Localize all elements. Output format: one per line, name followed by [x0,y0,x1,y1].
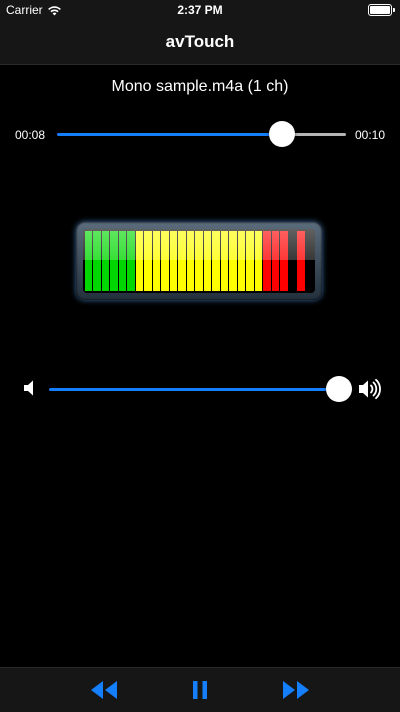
current-time-label: 00:08 [15,128,46,142]
level-meter-segment [144,231,152,291]
volume-track-filled [49,388,339,391]
level-meter-segment [305,231,314,291]
level-meter-segments [85,231,314,291]
level-meter-segment [220,231,229,291]
level-meter-segment [135,231,144,291]
level-meter-segment [229,231,237,291]
level-meter-segment [85,231,93,291]
fast-forward-icon [283,681,309,699]
level-meter-segment [237,231,246,291]
level-meter-segment [246,231,254,291]
level-meter [76,222,322,300]
level-meter-segment [297,231,305,291]
rewind-button[interactable] [88,677,120,703]
nav-bar: avTouch [0,20,400,65]
level-meter-segment [118,231,127,291]
level-meter-segment [212,231,220,291]
level-meter-segment [263,231,271,291]
level-meter-segment [93,231,101,291]
level-meter-segment [203,231,212,291]
level-meter-segment [152,231,161,291]
level-meter-segment [254,231,263,291]
toolbar [0,667,400,712]
level-meter-segment [288,231,297,291]
level-meter-segment [161,231,169,291]
level-meter-segment [178,231,186,291]
level-meter-segment [127,231,135,291]
progress-track-filled [57,133,283,136]
level-meter-segment [101,231,110,291]
pause-button[interactable] [184,677,216,703]
level-meter-display [83,229,315,293]
volume-low-icon [24,380,33,396]
total-time-label: 00:10 [354,128,385,142]
status-bar: Carrier 2:37 PM [0,0,400,20]
nav-title: avTouch [165,32,235,51]
battery-icon [368,4,395,16]
file-title: Mono sample.m4a (1 ch) [111,78,289,95]
level-meter-segment [110,231,118,291]
level-meter-segment [169,231,178,291]
level-meter-segment [271,231,280,291]
level-meter-segment [280,231,288,291]
pause-icon [193,681,207,699]
level-meter-segment [195,231,203,291]
level-meter-segment [186,231,195,291]
status-time: 2:37 PM [177,3,223,17]
volume-high-icon [359,378,381,400]
progress-thumb[interactable] [269,121,296,147]
rewind-icon [91,681,117,699]
volume-thumb[interactable] [326,376,352,402]
fast-forward-button[interactable] [280,677,312,703]
